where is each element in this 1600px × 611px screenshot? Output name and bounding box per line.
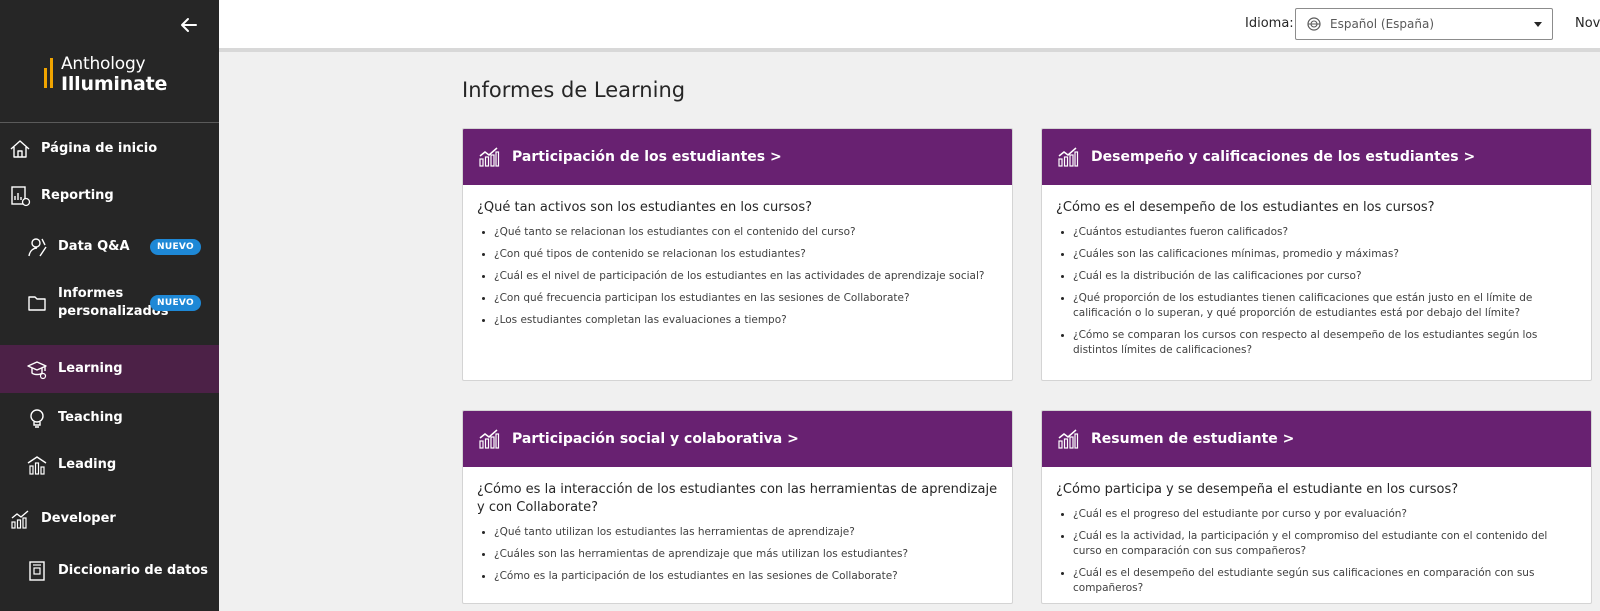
list-item: ¿Cuál es el progreso del estudiante por … bbox=[1056, 507, 1577, 522]
report-card-student-summary: Resumen de estudiante > ¿Cómo participa … bbox=[1041, 410, 1592, 604]
sidebar-item-data-qa[interactable]: Data Q&A NUEVO bbox=[0, 232, 219, 262]
card-header-link[interactable]: Participación de los estudiantes > bbox=[463, 129, 1012, 185]
logo-bars-icon bbox=[44, 58, 53, 88]
list-item: ¿Los estudiantes completan las evaluacio… bbox=[477, 313, 998, 328]
language-select-value: Español (España) bbox=[1330, 17, 1435, 31]
list-item: ¿Cuántos estudiantes fueron calificados? bbox=[1056, 225, 1577, 240]
logo-line1: Anthology bbox=[61, 54, 146, 74]
list-item: ¿Cuáles son las herramientas de aprendiz… bbox=[477, 547, 998, 562]
sidebar-item-home[interactable]: Página de inicio bbox=[0, 137, 219, 161]
sidebar-item-label: Reporting bbox=[41, 188, 114, 203]
card-title: Participación de los estudiantes > bbox=[512, 149, 782, 165]
report-chart-icon bbox=[479, 429, 500, 449]
page-title: Informes de Learning bbox=[462, 78, 686, 102]
sidebar-item-label: Developer bbox=[41, 511, 116, 526]
language-select[interactable]: Español (España) bbox=[1295, 8, 1553, 40]
report-chart-icon bbox=[479, 147, 500, 167]
home-icon bbox=[9, 138, 31, 160]
list-item: ¿Cuál es el nivel de participación de lo… bbox=[477, 269, 998, 284]
sidebar-item-learning[interactable]: Learning bbox=[0, 345, 219, 393]
new-badge: NUEVO bbox=[150, 239, 201, 255]
report-card-performance: Desempeño y calificaciones de los estudi… bbox=[1041, 128, 1592, 381]
sidebar-divider bbox=[0, 122, 219, 123]
card-question: ¿Qué tan activos son los estudiantes en … bbox=[477, 200, 813, 215]
new-badge: NUEVO bbox=[150, 295, 201, 311]
sidebar-item-custom-reports[interactable]: Informes personalizados NUEVO bbox=[0, 283, 219, 323]
chevron-down-icon bbox=[1534, 21, 1542, 27]
sidebar-item-reporting[interactable]: Reporting bbox=[0, 184, 219, 208]
list-item: ¿Cuál es la actividad, la participación … bbox=[1056, 529, 1577, 559]
card-question: ¿Cómo es la interacción de los estudiant… bbox=[477, 482, 998, 515]
card-question-list: ¿Cuántos estudiantes fueron calificados?… bbox=[1056, 225, 1577, 358]
sidebar-item-label: Diccionario de datos bbox=[58, 563, 209, 578]
sidebar-item-developer[interactable]: Developer bbox=[0, 507, 219, 531]
building-chart-icon bbox=[26, 454, 48, 476]
sidebar-item-teaching[interactable]: Teaching bbox=[0, 406, 219, 430]
topbar-truncated-text: Nove bbox=[1575, 16, 1600, 31]
list-item: ¿Qué proporción de los estudiantes tiene… bbox=[1056, 291, 1577, 321]
card-question: ¿Cómo participa y se desempeña el estudi… bbox=[1056, 482, 1459, 497]
globe-icon bbox=[1307, 17, 1321, 31]
list-item: ¿Cómo es la participación de los estudia… bbox=[477, 569, 998, 584]
language-label: Idioma: bbox=[1245, 16, 1294, 31]
card-header-link[interactable]: Participación social y colaborativa > bbox=[463, 411, 1012, 467]
list-item: ¿Qué tanto se relacionan los estudiantes… bbox=[477, 225, 998, 240]
book-icon bbox=[26, 560, 48, 582]
card-question-list: ¿Qué tanto se relacionan los estudiantes… bbox=[477, 225, 998, 328]
sidebar-item-label: Teaching bbox=[58, 410, 123, 425]
sidebar-item-label: Informes personalizados bbox=[58, 286, 169, 319]
card-title: Resumen de estudiante > bbox=[1091, 431, 1295, 447]
list-item: ¿Con qué frecuencia participan los estud… bbox=[477, 291, 998, 306]
card-title: Desempeño y calificaciones de los estudi… bbox=[1091, 149, 1476, 165]
list-item: ¿Cuál es el desempeño del estudiante seg… bbox=[1056, 566, 1577, 596]
report-card-social: Participación social y colaborativa > ¿C… bbox=[462, 410, 1013, 604]
logo-line2: Illuminate bbox=[61, 73, 168, 95]
card-question-list: ¿Cuál es el progreso del estudiante por … bbox=[1056, 507, 1577, 596]
data-qa-icon bbox=[26, 236, 48, 258]
sidebar: Anthology Illuminate Página de inicio Re… bbox=[0, 0, 219, 611]
sidebar-item-label: Data Q&A bbox=[58, 239, 130, 254]
card-question: ¿Cómo es el desempeño de los estudiantes… bbox=[1056, 200, 1435, 215]
list-item: ¿Con qué tipos de contenido se relaciona… bbox=[477, 247, 998, 262]
learning-cap-icon bbox=[26, 358, 48, 380]
card-header-link[interactable]: Resumen de estudiante > bbox=[1042, 411, 1591, 467]
top-bar: Idioma: Español (España) Nove bbox=[219, 0, 1600, 52]
card-title: Participación social y colaborativa > bbox=[512, 431, 799, 447]
list-item: ¿Cuál es la distribución de las califica… bbox=[1056, 269, 1577, 284]
anthology-illuminate-logo[interactable]: Anthology Illuminate bbox=[44, 54, 167, 94]
sidebar-item-label: Leading bbox=[58, 457, 117, 472]
sidebar-item-label: Página de inicio bbox=[41, 141, 158, 156]
report-chart-icon bbox=[1058, 147, 1079, 167]
lightbulb-icon bbox=[26, 407, 48, 429]
developer-chart-icon bbox=[9, 508, 31, 530]
back-arrow-icon[interactable] bbox=[178, 14, 200, 36]
card-question-list: ¿Qué tanto utilizan los estudiantes las … bbox=[477, 525, 998, 584]
sidebar-item-data-dictionary[interactable]: Diccionario de datos bbox=[0, 559, 219, 583]
card-header-link[interactable]: Desempeño y calificaciones de los estudi… bbox=[1042, 129, 1591, 185]
report-icon bbox=[9, 185, 31, 207]
report-chart-icon bbox=[1058, 429, 1079, 449]
list-item: ¿Cómo se comparan los cursos con respect… bbox=[1056, 328, 1577, 358]
report-card-participation: Participación de los estudiantes > ¿Qué … bbox=[462, 128, 1013, 381]
sidebar-item-leading[interactable]: Leading bbox=[0, 453, 219, 477]
sidebar-item-label: Learning bbox=[58, 361, 123, 376]
list-item: ¿Cuáles son las calificaciones mínimas, … bbox=[1056, 247, 1577, 262]
list-item: ¿Qué tanto utilizan los estudiantes las … bbox=[477, 525, 998, 540]
folder-icon bbox=[26, 292, 48, 314]
